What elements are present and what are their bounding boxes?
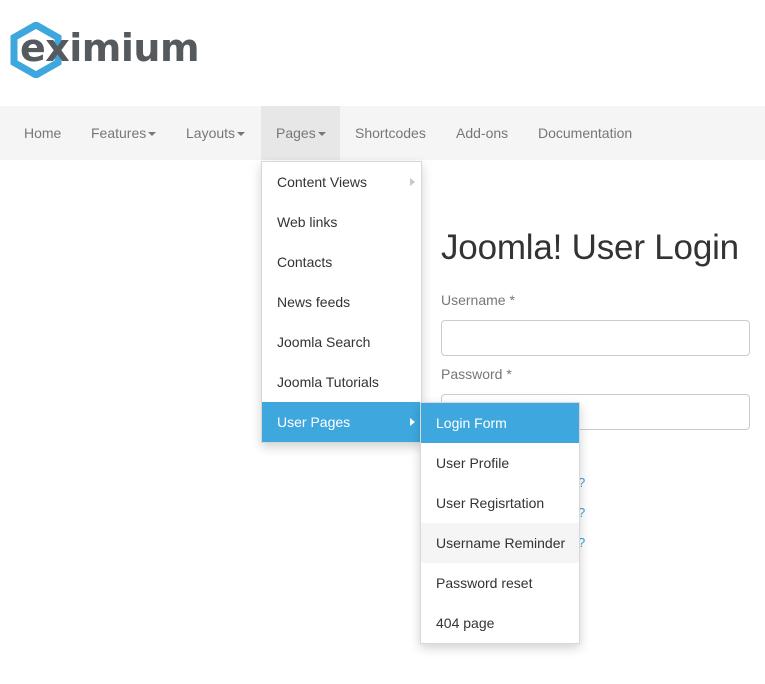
nav-home-label: Home (24, 125, 62, 141)
chevron-right-icon (410, 418, 415, 426)
nav-add-ons-label: Add-ons (456, 125, 509, 141)
nav-home[interactable]: Home (24, 106, 61, 160)
nav-layouts[interactable]: Layouts (186, 106, 246, 160)
logo-wordmark: eximium (20, 26, 200, 70)
password-label: Password * (441, 366, 512, 382)
submenu-item-password-reset[interactable]: Password reset (421, 563, 579, 603)
caret-down-icon (148, 132, 157, 137)
nav-add-ons[interactable]: Add-ons (456, 106, 508, 160)
nav-documentation[interactable]: Documentation (538, 106, 632, 160)
menu-item-label: User Regisrtation (436, 495, 545, 511)
username-label: Username * (441, 292, 515, 308)
submenu-item-user-registration[interactable]: User Regisrtation (421, 483, 579, 523)
menu-item-label: User Pages (277, 414, 351, 430)
menu-item-label: Content Views (277, 174, 368, 190)
menu-item-joomla-search[interactable]: Joomla Search (262, 322, 421, 362)
submenu-item-username-reminder[interactable]: Username Reminder (421, 523, 579, 563)
nav-pages-label: Pages (276, 125, 316, 141)
menu-item-label: News feeds (277, 294, 351, 310)
menu-item-joomla-tutorials[interactable]: Joomla Tutorials (262, 362, 421, 402)
submenu-item-login-form[interactable]: Login Form (421, 403, 579, 443)
nav-features[interactable]: Features (91, 106, 157, 160)
submenu-item-404-page[interactable]: 404 page (421, 603, 579, 643)
menu-item-label: Password reset (436, 575, 533, 591)
menu-item-label: Contacts (277, 254, 333, 270)
nav-pages[interactable]: Pages (261, 106, 340, 160)
menu-item-web-links[interactable]: Web links (262, 202, 421, 242)
menu-item-user-pages[interactable]: User Pages (262, 402, 421, 442)
menu-item-label: Login Form (436, 415, 507, 431)
menu-item-label: Username Reminder (436, 535, 566, 551)
menu-item-label: 404 page (436, 615, 495, 631)
menu-item-contacts[interactable]: Contacts (262, 242, 421, 282)
username-input[interactable] (441, 320, 750, 356)
user-pages-submenu: Login Form User Profile User Regisrtatio… (420, 402, 580, 644)
nav-shortcodes[interactable]: Shortcodes (355, 106, 426, 160)
menu-item-news-feeds[interactable]: News feeds (262, 282, 421, 322)
menu-item-label: Joomla Search (277, 334, 371, 350)
nav-features-label: Features (91, 125, 147, 141)
chevron-right-icon (410, 178, 415, 186)
menu-item-label: User Profile (436, 455, 510, 471)
menu-item-label: Joomla Tutorials (277, 374, 379, 390)
menu-item-content-views[interactable]: Content Views (262, 162, 421, 202)
page-title: Joomla! User Login (441, 228, 739, 267)
menu-item-label: Web links (277, 214, 338, 230)
nav-layouts-label: Layouts (186, 125, 236, 141)
main-navbar: Home Features Layouts Pages Shortcodes A… (0, 106, 765, 160)
caret-down-icon (317, 132, 326, 137)
pages-dropdown-menu: Content Views Web links Contacts News fe… (261, 161, 422, 443)
nav-shortcodes-label: Shortcodes (355, 125, 426, 141)
nav-documentation-label: Documentation (538, 125, 633, 141)
caret-down-icon (237, 132, 246, 137)
submenu-item-user-profile[interactable]: User Profile (421, 443, 579, 483)
